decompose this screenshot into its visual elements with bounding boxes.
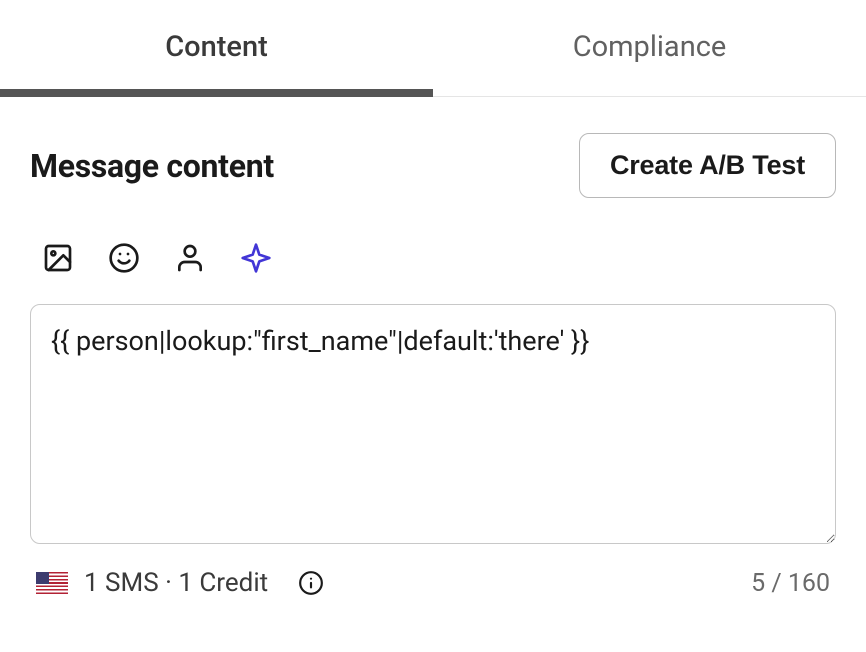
tab-content-label: Content — [165, 30, 268, 64]
status-left: 1 SMS · 1 Credit — [36, 568, 324, 598]
info-icon[interactable] — [298, 570, 324, 596]
tab-content[interactable]: Content — [0, 0, 433, 96]
status-bar: 1 SMS · 1 Credit 5 / 160 — [0, 548, 866, 598]
create-ab-test-button[interactable]: Create A/B Test — [579, 133, 836, 198]
char-counter: 5 / 160 — [751, 569, 830, 598]
image-icon[interactable] — [42, 242, 74, 274]
emoji-icon[interactable] — [108, 242, 140, 274]
message-editor-wrap — [0, 304, 866, 548]
section-title: Message content — [30, 147, 274, 185]
section-header: Message content Create A/B Test — [0, 97, 866, 208]
tab-compliance-label: Compliance — [573, 30, 727, 64]
tabs: Content Compliance — [0, 0, 866, 97]
credits-text: 1 SMS · 1 Credit — [84, 568, 268, 598]
sparkle-icon[interactable] — [240, 242, 272, 274]
editor-toolbar — [0, 208, 866, 304]
message-textarea[interactable] — [30, 304, 836, 544]
us-flag-icon — [36, 572, 68, 594]
person-icon[interactable] — [174, 242, 206, 274]
create-ab-test-label: Create A/B Test — [610, 150, 805, 180]
tab-compliance[interactable]: Compliance — [433, 0, 866, 96]
